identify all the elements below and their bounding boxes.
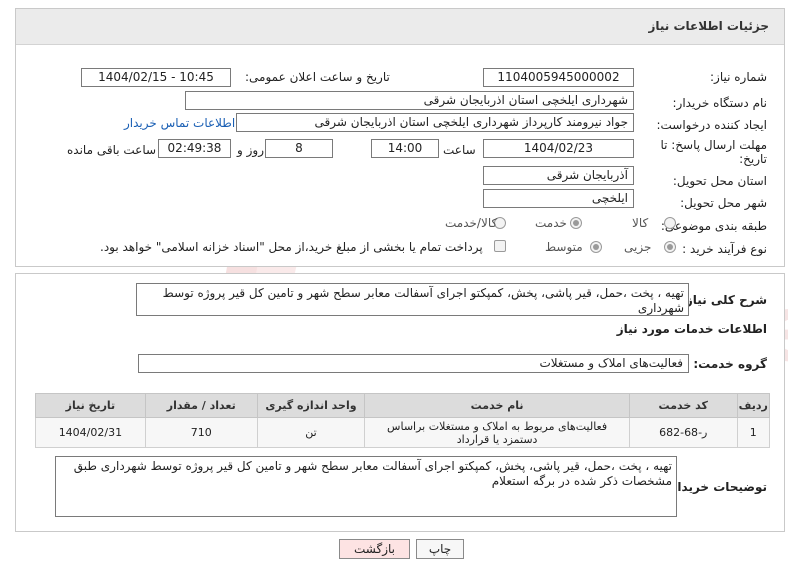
buyer-notes-label: توضیحات خریدار: [665, 480, 767, 494]
time-remaining-field[interactable]: 02:49:38 [158, 139, 231, 158]
service-group-label: گروه خدمت: [693, 357, 767, 371]
announce-field[interactable]: 1404/02/15 - 10:45 [81, 68, 231, 87]
row-index: 1 [736, 417, 770, 448]
province-label: استان محل تحویل: [672, 174, 767, 188]
treasury-payment-checkbox[interactable] [494, 240, 506, 252]
table-row[interactable]: 1 ر-68-682 فعالیت‌های مربوط به املاک و م… [35, 417, 770, 448]
city-field[interactable]: ایلخچی [483, 189, 634, 208]
time-remaining-label: ساعت باقی مانده [67, 143, 157, 157]
category-radio-service[interactable] [570, 217, 582, 229]
col-quantity: تعداد / مقدار [144, 393, 258, 418]
buyer-contact-link[interactable]: اطلاعات تماس خریدار [124, 116, 235, 130]
process-radio-medium[interactable] [590, 241, 602, 253]
days-label: روز و [237, 143, 264, 157]
process-label: نوع فرآیند خرید : [682, 242, 767, 256]
col-date: تاریخ نیاز [35, 393, 146, 418]
col-index: ردیف [736, 393, 770, 418]
city-label: شهر محل تحویل: [680, 196, 767, 210]
province-field[interactable]: آذربایجان شرقی [483, 166, 634, 185]
row-code: ر-68-682 [628, 417, 738, 448]
row-date: 1404/02/31 [35, 417, 146, 448]
services-table: ردیف کد خدمت نام خدمت واحد اندازه گیری ت… [35, 393, 770, 448]
category-option-goods: کالا [632, 216, 649, 230]
service-group-field[interactable]: فعالیت‌های املاک و مستغلات [138, 354, 689, 373]
deadline-date-label: تاریخ: [739, 152, 767, 166]
col-unit: واحد اندازه گیری [256, 393, 366, 418]
col-code: کد خدمت [628, 393, 738, 418]
row-unit: تن [256, 417, 366, 448]
need-number-field[interactable]: 1104005945000002 [483, 68, 634, 87]
print-button[interactable]: چاپ [416, 539, 464, 559]
services-section-title: اطلاعات خدمات مورد نیاز [616, 322, 767, 336]
deadline-label: مهلت ارسال پاسخ: تا [660, 138, 767, 152]
row-quantity: 710 [144, 417, 258, 448]
panel-title: جزئیات اطلاعات نیاز [648, 19, 769, 33]
category-option-goods-service: کالا/خدمت [445, 216, 498, 230]
process-option-medium: متوسط [545, 240, 583, 254]
category-label: طبقه بندی موضوعی: [660, 219, 767, 233]
buyer-org-field[interactable]: شهرداری ایلخچی استان اذربایجان شرقی [185, 91, 634, 110]
days-remaining-field[interactable]: 8 [265, 139, 333, 158]
need-number-label: شماره نیاز: [710, 70, 767, 84]
back-button[interactable]: بازگشت [339, 539, 410, 559]
treasury-payment-note: پرداخت تمام یا بخشی از مبلغ خرید،از محل … [100, 240, 483, 254]
category-option-service: خدمت [535, 216, 567, 230]
buyer-org-label: نام دستگاه خریدار: [672, 96, 768, 110]
deadline-time-field[interactable]: 14:00 [371, 139, 439, 158]
deadline-date-field[interactable]: 1404/02/23 [483, 139, 634, 158]
buyer-notes-text[interactable]: تهیه ، پخت ،حمل، قیر پاشی، پخش، کمپکتو ا… [55, 456, 677, 517]
process-radio-minor[interactable] [664, 241, 676, 253]
creator-field[interactable]: جواد نیرومند کارپرداز شهرداری ایلخچی است… [236, 113, 634, 132]
summary-label: شرح کلی نیاز: [681, 293, 767, 307]
announce-label: تاریخ و ساعت اعلان عمومی: [245, 70, 390, 84]
summary-text[interactable]: تهیه ، پخت ،حمل، قیر پاشی، پخش، کمپکتو ا… [136, 283, 689, 316]
row-name: فعالیت‌های مربوط به املاک و مستغلات براس… [364, 417, 630, 448]
panel-header: جزئیات اطلاعات نیاز [16, 9, 784, 45]
process-option-minor: جزیی [624, 240, 652, 254]
category-radio-goods[interactable] [664, 217, 676, 229]
col-name: نام خدمت [364, 393, 630, 418]
creator-label: ایجاد کننده درخواست: [656, 118, 767, 132]
deadline-time-label: ساعت [443, 143, 476, 157]
